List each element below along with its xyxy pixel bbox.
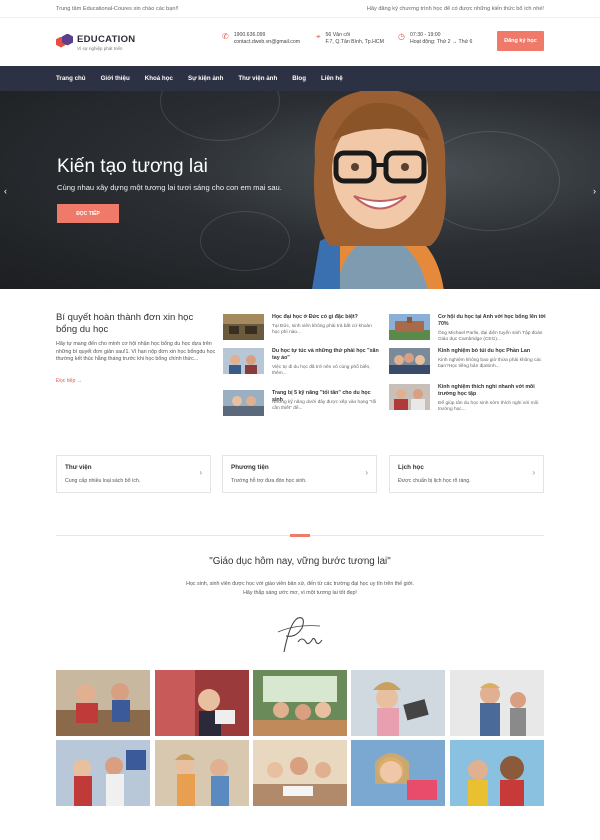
- news-thumbnail[interactable]: [223, 390, 264, 416]
- news-thumbnail[interactable]: [389, 348, 430, 374]
- news-desc: Để giúp tân du học sinh sớm thích nghi v…: [438, 401, 539, 413]
- logo[interactable]: EDUCATION Vì sự nghiệp phát triển: [56, 33, 216, 51]
- quote-line-1: Học sinh, sinh viên được học với giáo vi…: [186, 581, 414, 587]
- chevron-right-icon[interactable]: ›: [199, 468, 202, 477]
- gallery-image[interactable]: [56, 670, 150, 736]
- gallery-image[interactable]: [155, 740, 249, 806]
- gallery-image[interactable]: [450, 670, 544, 736]
- news-thumbnail[interactable]: [389, 384, 430, 410]
- transport-card[interactable]: Phương tiện Trường hỗ trợ đưa đón học si…: [222, 455, 377, 493]
- hero-slider: Kiến tạo tương lai Cùng nhau xây dựng mộ…: [0, 91, 600, 289]
- featured-title[interactable]: Bí quyết hoàn thành đơn xin học bổng du …: [56, 312, 216, 336]
- nav-item-gallery[interactable]: Thư viện ảnh: [238, 75, 277, 82]
- top-bar: Trung tâm Educational-Coures xin chào cá…: [0, 0, 600, 18]
- card-desc: Trường hỗ trợ đưa đón học sinh.: [231, 478, 307, 484]
- news-item[interactable]: Du học tự túc và những thứ phải học "xăn…: [223, 348, 380, 377]
- hero-girl-image: [312, 91, 447, 289]
- register-button[interactable]: Đăng ký học: [497, 31, 544, 51]
- nav-item-courses[interactable]: Khoá học: [145, 75, 173, 82]
- gallery-image[interactable]: [351, 670, 445, 736]
- email-address[interactable]: contact.dweb.vn@gmail.com: [234, 39, 300, 46]
- news-thumbnail[interactable]: [389, 314, 430, 340]
- nav-item-about[interactable]: Giới thiệu: [101, 75, 130, 82]
- news-section: Bí quyết hoàn thành đơn xin học bổng du …: [0, 289, 600, 439]
- hours-line-1: 07:30 - 19:00: [409, 32, 441, 38]
- chevron-right-icon[interactable]: ›: [532, 468, 535, 477]
- gallery-image[interactable]: [56, 740, 150, 806]
- address-line-1: 56 Vân côi: [325, 32, 351, 38]
- slider-prev-icon[interactable]: ‹: [4, 186, 7, 196]
- hours-info: ◷ 07:30 - 19:00 Hoạt động: Thứ 2 → Thứ 6: [398, 32, 472, 46]
- gallery-image[interactable]: [351, 740, 445, 806]
- logo-name: EDUCATION: [77, 33, 136, 45]
- hours-line-2: Hoạt động: Thứ 2 → Thứ 6: [409, 39, 473, 45]
- news-desc: Tại Đức, sinh viên không phải trả bất cứ…: [272, 324, 372, 336]
- hero-title: Kiến tạo tương lai: [57, 156, 208, 177]
- news-desc: Kinh nghiệm không bao giờ thừa phải khôn…: [438, 358, 542, 370]
- news-title[interactable]: Du học tự túc và những thứ phải học "xăn…: [272, 348, 380, 361]
- nav-item-contact[interactable]: Liên hệ: [321, 75, 343, 82]
- news-thumbnail[interactable]: [223, 314, 264, 340]
- phone-number[interactable]: 1900.636.099: [234, 32, 300, 39]
- library-card[interactable]: Thư viện Cung cấp nhiều loại sách bổ ích…: [56, 455, 211, 493]
- main-nav: Trang chủ Giới thiệu Khoá học Sự kiện ản…: [0, 66, 600, 91]
- featured-desc: Hãy tự mang đến cho mình cơ hội nhận học…: [56, 341, 216, 363]
- gallery-image[interactable]: [253, 740, 347, 806]
- news-title[interactable]: Học đại học ở Đức có gì đặc biệt?: [272, 314, 380, 321]
- location-icon: ⌖: [316, 32, 321, 41]
- news-title[interactable]: Kinh nghiệm bỏ túi du học Phần Lan: [438, 348, 546, 355]
- promo-text: Hãy đăng ký chương trình học để có được …: [366, 5, 544, 12]
- gallery-image[interactable]: [253, 670, 347, 736]
- chevron-right-icon[interactable]: ›: [365, 468, 368, 477]
- quote-line-2: Hãy thắp sáng ước mơ, vì một tương lai t…: [243, 590, 357, 596]
- clock-icon: ◷: [398, 32, 405, 41]
- card-desc: Được chuẩn bị lịch học rõ ràng.: [398, 478, 471, 484]
- divider-accent: [290, 534, 310, 537]
- quote-title: "Giáo dục hôm nay, vững bước tương lai": [209, 556, 391, 567]
- news-item[interactable]: Học đại học ở Đức có gì đặc biệt? Tại Đứ…: [223, 314, 378, 342]
- card-title: Lịch học: [398, 464, 424, 471]
- site-header: EDUCATION Vì sự nghiệp phát triển ✆ 1900…: [0, 18, 600, 66]
- nav-item-events[interactable]: Sự kiện ảnh: [188, 75, 223, 82]
- schedule-card[interactable]: Lịch học Được chuẩn bị lịch học rõ ràng.…: [389, 455, 544, 493]
- slider-next-icon[interactable]: ›: [593, 186, 596, 196]
- news-thumbnail[interactable]: [223, 348, 264, 374]
- logo-mark-icon: [56, 33, 73, 51]
- address-line-2: F.7, Q.Tân Bình, Tp.HCM: [325, 39, 384, 45]
- gallery-image[interactable]: [155, 670, 249, 736]
- card-desc: Cung cấp nhiều loại sách bổ ích.: [65, 478, 141, 484]
- nav-item-blog[interactable]: Blog: [292, 75, 306, 82]
- hero-subtitle: Cùng nhau xây dựng một tương lai tươi sá…: [57, 183, 282, 192]
- card-title: Thư viện: [65, 464, 92, 471]
- address-info: ⌖ 56 Vân côi F.7, Q.Tân Bình, Tp.HCM: [316, 32, 384, 46]
- news-item[interactable]: Kinh nghiệm thích nghi nhanh với môi trư…: [389, 384, 544, 412]
- news-title[interactable]: Cơ hội du học tại Anh với học bổng lên t…: [438, 314, 546, 327]
- signature-image: [277, 617, 323, 653]
- news-desc: Việc tự đi du học đã trở nên vô cùng phổ…: [272, 365, 371, 377]
- nav-item-home[interactable]: Trang chủ: [56, 75, 86, 82]
- welcome-text: Trung tâm Educational-Coures xin chào cá…: [56, 5, 179, 12]
- read-more-button[interactable]: ĐỌC TIẾP: [57, 204, 119, 223]
- news-item[interactable]: Trang bị 5 kỹ năng "tối tân" cho du học …: [223, 390, 378, 418]
- news-item[interactable]: Cơ hội du học tại Anh với học bổng lên t…: [389, 314, 546, 343]
- contact-info: ✆ 1900.636.099 contact.dweb.vn@gmail.com: [222, 32, 300, 46]
- news-desc: Những kỹ năng dưới đây được xếp vào hạng…: [272, 400, 377, 412]
- card-title: Phương tiện: [231, 464, 269, 471]
- news-item[interactable]: Kinh nghiệm bỏ túi du học Phần Lan Kinh …: [389, 348, 544, 376]
- gallery-image[interactable]: [450, 740, 544, 806]
- news-title[interactable]: Kinh nghiệm thích nghi nhanh với môi trư…: [438, 384, 546, 397]
- news-desc: Ông Michael Parlis, đại diện tuyển sinh …: [438, 331, 543, 343]
- logo-tagline: Vì sự nghiệp phát triển: [77, 45, 123, 51]
- phone-icon: ✆: [222, 32, 229, 41]
- featured-read-more[interactable]: Đọc tiếp →: [56, 378, 82, 384]
